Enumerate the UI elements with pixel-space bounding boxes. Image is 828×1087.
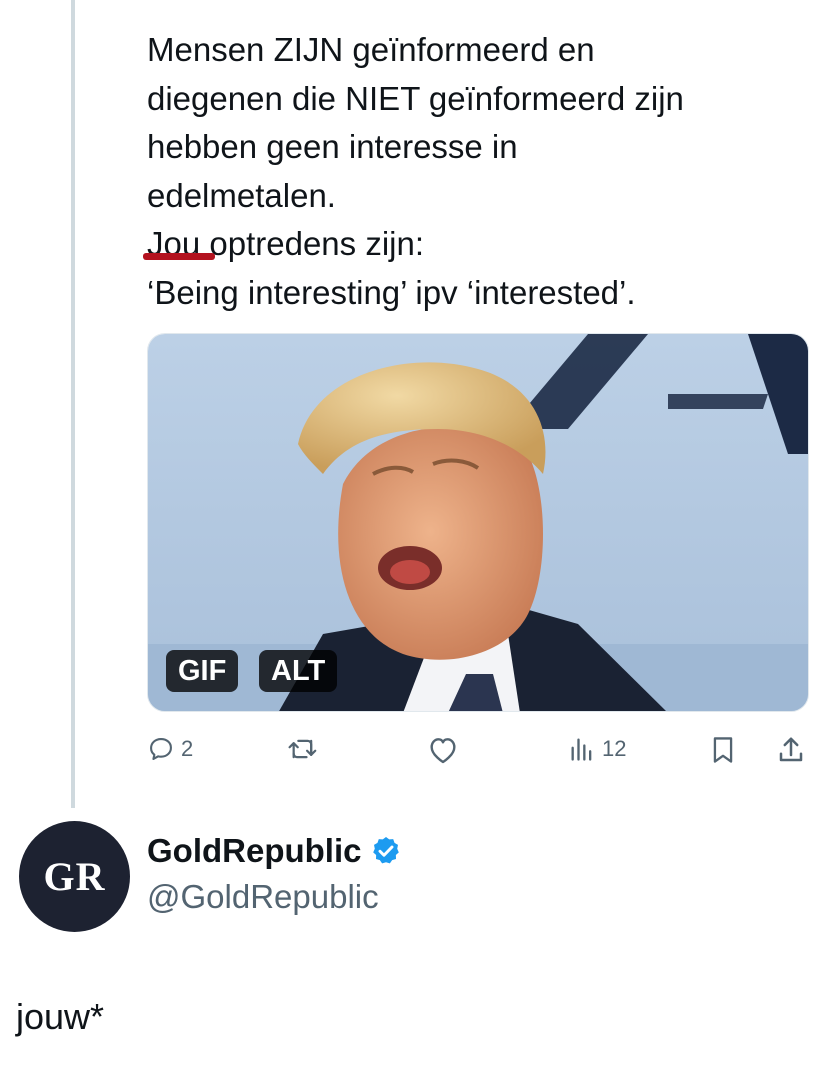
reply-icon bbox=[150, 738, 172, 760]
reply-count: 2 bbox=[181, 736, 194, 761]
tweet-text-line: hebben geen interesse in bbox=[147, 128, 518, 165]
thread-connector-line bbox=[71, 0, 75, 808]
avatar[interactable]: GR bbox=[19, 821, 130, 932]
share-button[interactable] bbox=[776, 735, 806, 765]
views-button[interactable]: 12 bbox=[568, 735, 626, 763]
tweet-action-bar: 2 12 bbox=[0, 732, 828, 772]
verified-badge-icon bbox=[372, 837, 399, 864]
tweet-text-line: Mensen ZIJN geïnformeerd en bbox=[147, 31, 595, 68]
reply-button[interactable]: 2 bbox=[147, 735, 193, 763]
views-chart-icon bbox=[571, 738, 592, 761]
tweet-gif-media[interactable] bbox=[147, 333, 809, 712]
like-button[interactable] bbox=[427, 735, 459, 765]
author-handle[interactable]: @GoldRepublic bbox=[147, 878, 379, 916]
gif-frame-image bbox=[148, 334, 808, 711]
tweet-text-line: ‘Being interesting’ ipv ‘interested’. bbox=[147, 273, 636, 311]
tweet-text: Mensen ZIJN geïnformeerd en diegenen die… bbox=[147, 26, 807, 317]
views-count: 12 bbox=[602, 736, 627, 761]
avatar-initials: GR bbox=[43, 854, 106, 899]
author-name: GoldRepublic bbox=[147, 832, 362, 869]
reply-text: jouw* bbox=[16, 996, 105, 1037]
alt-text-badge[interactable]: ALT bbox=[259, 650, 338, 692]
heart-icon bbox=[430, 738, 456, 764]
share-icon bbox=[779, 737, 803, 762]
bookmark-icon bbox=[713, 737, 733, 763]
bookmark-button[interactable] bbox=[709, 735, 737, 765]
tweet-text-line: Jou optredens zijn: bbox=[147, 225, 425, 262]
tweet-text-line: edelmetalen. bbox=[147, 176, 336, 214]
author-name-row[interactable]: GoldRepublic bbox=[147, 832, 402, 870]
retweet-button[interactable] bbox=[286, 735, 320, 763]
gif-badge[interactable]: GIF bbox=[166, 650, 239, 692]
retweet-icon bbox=[288, 739, 317, 759]
spellcheck-underline bbox=[143, 253, 215, 260]
tweet-text-line: diegenen die NIET geïnformeerd zijn bbox=[147, 79, 684, 117]
